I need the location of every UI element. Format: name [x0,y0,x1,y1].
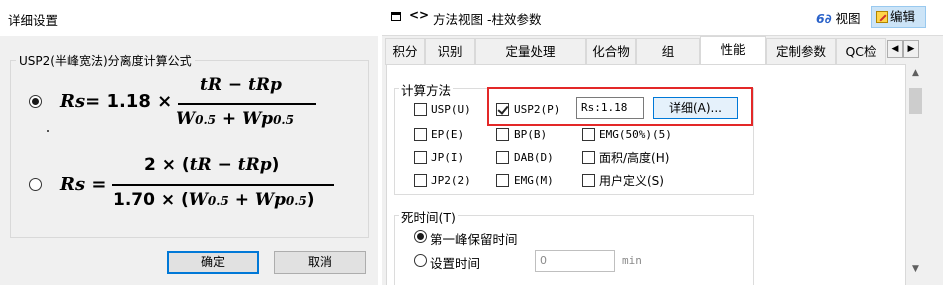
dab-checkbox[interactable] [496,151,509,164]
dialog-title: 详细设置 [8,13,59,28]
tab-integration[interactable]: 积分 [385,38,425,65]
highlight-box [487,87,753,126]
set-time-radio[interactable] [414,254,427,267]
bp-label: BP(B) [514,128,548,141]
ep-checkbox[interactable] [414,128,427,141]
tab-qc[interactable]: QC检 [836,38,886,65]
emg-checkbox[interactable] [496,174,509,187]
emg-label: EMG(M) [514,174,554,187]
vertical-scrollbar[interactable]: ▲ ▼ [907,64,924,285]
dot-mark [47,130,49,132]
emg50-checkbox[interactable] [582,128,595,141]
formula1-denominator: W0.5 + Wp0.5 [176,109,294,129]
first-peak-label: 第一峰保留时间 [430,232,518,247]
tab-strip: 积分 识别 定量处理 化合物 组 性能 定制参数 QC检 [382,36,943,66]
usp-label: USP(U) [431,103,471,116]
formula2-lhs: Rs = [60,174,107,195]
dead-time-unit: min [622,254,642,267]
formula2-fraction-bar [112,184,334,186]
jp-checkbox[interactable] [414,151,427,164]
ok-button[interactable]: 确定 [167,251,259,274]
tab-scroll-left[interactable]: ◀ [887,40,903,58]
scroll-up-icon[interactable]: ▲ [910,68,921,78]
tab-scroll-right[interactable]: ▶ [903,40,919,58]
dab-label: DAB(D) [514,151,554,164]
formula2-numerator: 2 × (tR − tRp) [144,155,280,175]
edit-icon [876,11,888,23]
tab-compounds[interactable]: 化合物 [586,38,636,65]
calc-method-label: 计算方法 [399,80,454,99]
formula1-numerator: tR − tRp [200,75,282,95]
ep-label: EP(E) [431,128,465,141]
set-time-label: 设置时间 [430,256,481,271]
tab-identification[interactable]: 识别 [425,38,475,65]
area-height-label: 面积/高度(H) [599,151,670,165]
edit-button[interactable]: 编辑 [871,6,926,28]
formula2-radio[interactable] [29,178,42,191]
jp2-checkbox[interactable] [414,174,427,187]
tab-custom-params[interactable]: 定制参数 [766,38,836,65]
jp2-label: JP2(2) [431,174,471,187]
window-menu-icon[interactable] [391,12,401,21]
formula1-lhs: Rs= 1.18 × [60,91,173,112]
formula1-fraction-bar [178,103,316,105]
code-icon[interactable]: <> [409,8,429,22]
view-button[interactable]: 6∂ 视图 [816,8,861,27]
scroll-thumb[interactable] [909,88,922,114]
formula-group-label: USP2(半峰宽法)分离度计算公式 [16,52,195,69]
bp-checkbox[interactable] [496,128,509,141]
view-icon: 6∂ [816,11,832,26]
tab-performance[interactable]: 性能 [700,36,766,66]
formula2-denominator: 1.70 × (W0.5 + Wp0.5) [113,190,315,210]
panel-header: <> 方法视图 -柱效参数 6∂ 视图 编辑 [382,0,943,36]
emg50-label: EMG(50%)(5) [599,128,672,141]
dialog-titlebar: 详细设置 [0,0,378,36]
dead-time-input[interactable]: 0 [535,250,615,272]
usp-checkbox[interactable] [414,103,427,116]
user-defined-checkbox[interactable] [582,174,595,187]
first-peak-radio[interactable] [414,230,427,243]
user-defined-label: 用户定义(S) [599,174,664,188]
tab-groups[interactable]: 组 [636,38,700,65]
panel-title: 方法视图 -柱效参数 [433,12,542,27]
tab-quantitation[interactable]: 定量处理 [475,38,586,65]
scroll-down-icon[interactable]: ▼ [910,264,921,274]
formula-group [10,60,369,238]
detail-settings-dialog: 详细设置 USP2(半峰宽法)分离度计算公式 Rs= 1.18 × tR − t… [0,0,378,285]
dead-time-label: 死时间(T) [399,207,458,226]
jp-label: JP(I) [431,151,465,164]
cancel-button[interactable]: 取消 [274,251,366,274]
formula1-radio[interactable] [29,95,42,108]
area-height-checkbox[interactable] [582,151,595,164]
